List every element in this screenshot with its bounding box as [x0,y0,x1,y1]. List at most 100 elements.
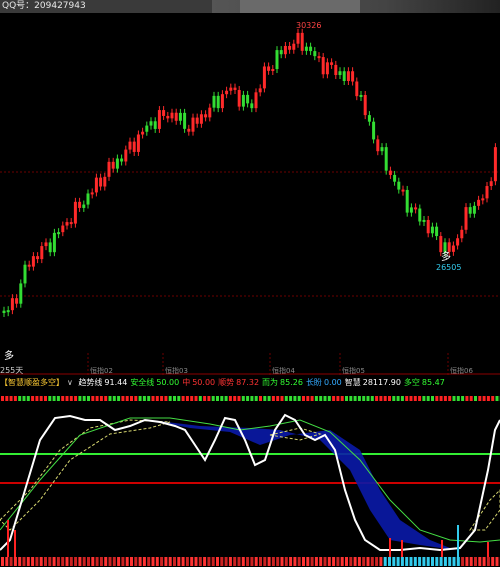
signal-dot [396,396,400,401]
candle-body [296,32,300,44]
candle-body [141,131,145,135]
signal-dot [246,396,250,401]
signal-dot [56,396,60,401]
signal-dot [461,396,465,401]
indicator-dropdown-icon[interactable]: ∨ [67,378,73,387]
signal-dot [263,557,267,566]
signal-dot [237,557,241,566]
candles [2,28,497,317]
signal-dot [185,557,189,566]
signal-dot [1,396,4,401]
candle-body [145,125,149,132]
signal-dot [465,557,469,566]
candle-body [254,92,258,109]
signal-dot [323,396,327,401]
indicator-name[interactable]: 【智慧顺盈多空】 [0,378,64,387]
indicator-item-label: 而为 [262,378,279,387]
signal-dot [151,557,155,566]
signal-dot [99,396,103,401]
candle-body [23,264,27,284]
signal-dot [400,557,404,566]
low-label: 26505 [436,263,461,272]
signal-dot [400,396,404,401]
marker-duo-left: 多 [4,349,14,362]
candle-body [304,46,308,51]
signal-dot [482,396,486,401]
signal-dot [375,396,379,401]
signal-dot [228,557,232,566]
signal-dot [56,557,60,566]
signal-dot [203,557,207,566]
signal-dot [362,557,366,566]
signal-dot [250,396,254,401]
candle-body [78,201,82,208]
candle-body [250,103,254,109]
candle-body [36,256,40,260]
candle-body [149,121,153,126]
signal-dot [108,396,112,401]
signal-dot [104,396,108,401]
signal-dot [216,557,219,566]
signal-dot [276,396,280,401]
signal-dot [168,396,172,401]
signal-dot [474,396,477,401]
candle-body [246,94,250,104]
signal-dot [44,396,47,401]
candle-body [477,199,481,206]
signal-dot [392,396,396,401]
signal-dot [220,396,224,401]
signal-dot [198,396,202,401]
signal-dot [52,396,56,401]
signal-dot [405,396,409,401]
signal-dot [443,557,447,566]
indicator-item-label: 长盼 [305,378,322,387]
signal-dot [69,557,73,566]
candle-body [220,94,224,109]
candle-body [48,242,52,253]
signal-dot [203,396,207,401]
candle-body [241,94,245,107]
signal-dot [112,557,116,566]
signal-dot [117,557,121,566]
candlestick-chart[interactable]: 30326 26505 多 多 255天 恒指02 恒指03 恒指04 恒指05… [0,13,500,375]
signal-dot [91,557,95,566]
signal-dot [65,557,69,566]
candle-body [279,50,283,55]
signal-dot [194,557,198,566]
signal-dot [263,396,267,401]
signal-dot [280,396,284,401]
candle-body [199,114,203,124]
signal-dot [134,557,138,566]
candle-body [187,128,191,132]
signal-dot [327,557,331,566]
signal-dot [435,396,439,401]
candle-body [485,186,489,199]
signal-dot [392,557,396,566]
candle-body [132,141,136,152]
signal-dot [332,396,336,401]
signal-dot [439,396,443,401]
signal-dot [413,396,417,401]
signal-dot [48,557,52,566]
candle-body [107,161,111,177]
high-label: 30326 [296,21,321,30]
signal-dot [319,396,323,401]
signal-dot [74,396,78,401]
indicator-chart[interactable] [0,390,500,567]
signal-dot [228,396,232,401]
signal-dot [31,557,35,566]
candle-body [170,112,174,119]
signal-dot [495,396,499,401]
signal-dot [117,396,121,401]
candle-body [136,134,140,152]
candle-body [355,81,359,97]
candle-body [493,147,497,182]
candle-body [183,112,187,129]
candle-body [309,46,313,52]
signal-dot [349,396,353,401]
signal-dot [357,557,361,566]
signal-dot [173,396,176,401]
indicator-item-label: 顺势 [218,378,235,387]
signal-dot [185,396,189,401]
signal-dot [310,557,314,566]
